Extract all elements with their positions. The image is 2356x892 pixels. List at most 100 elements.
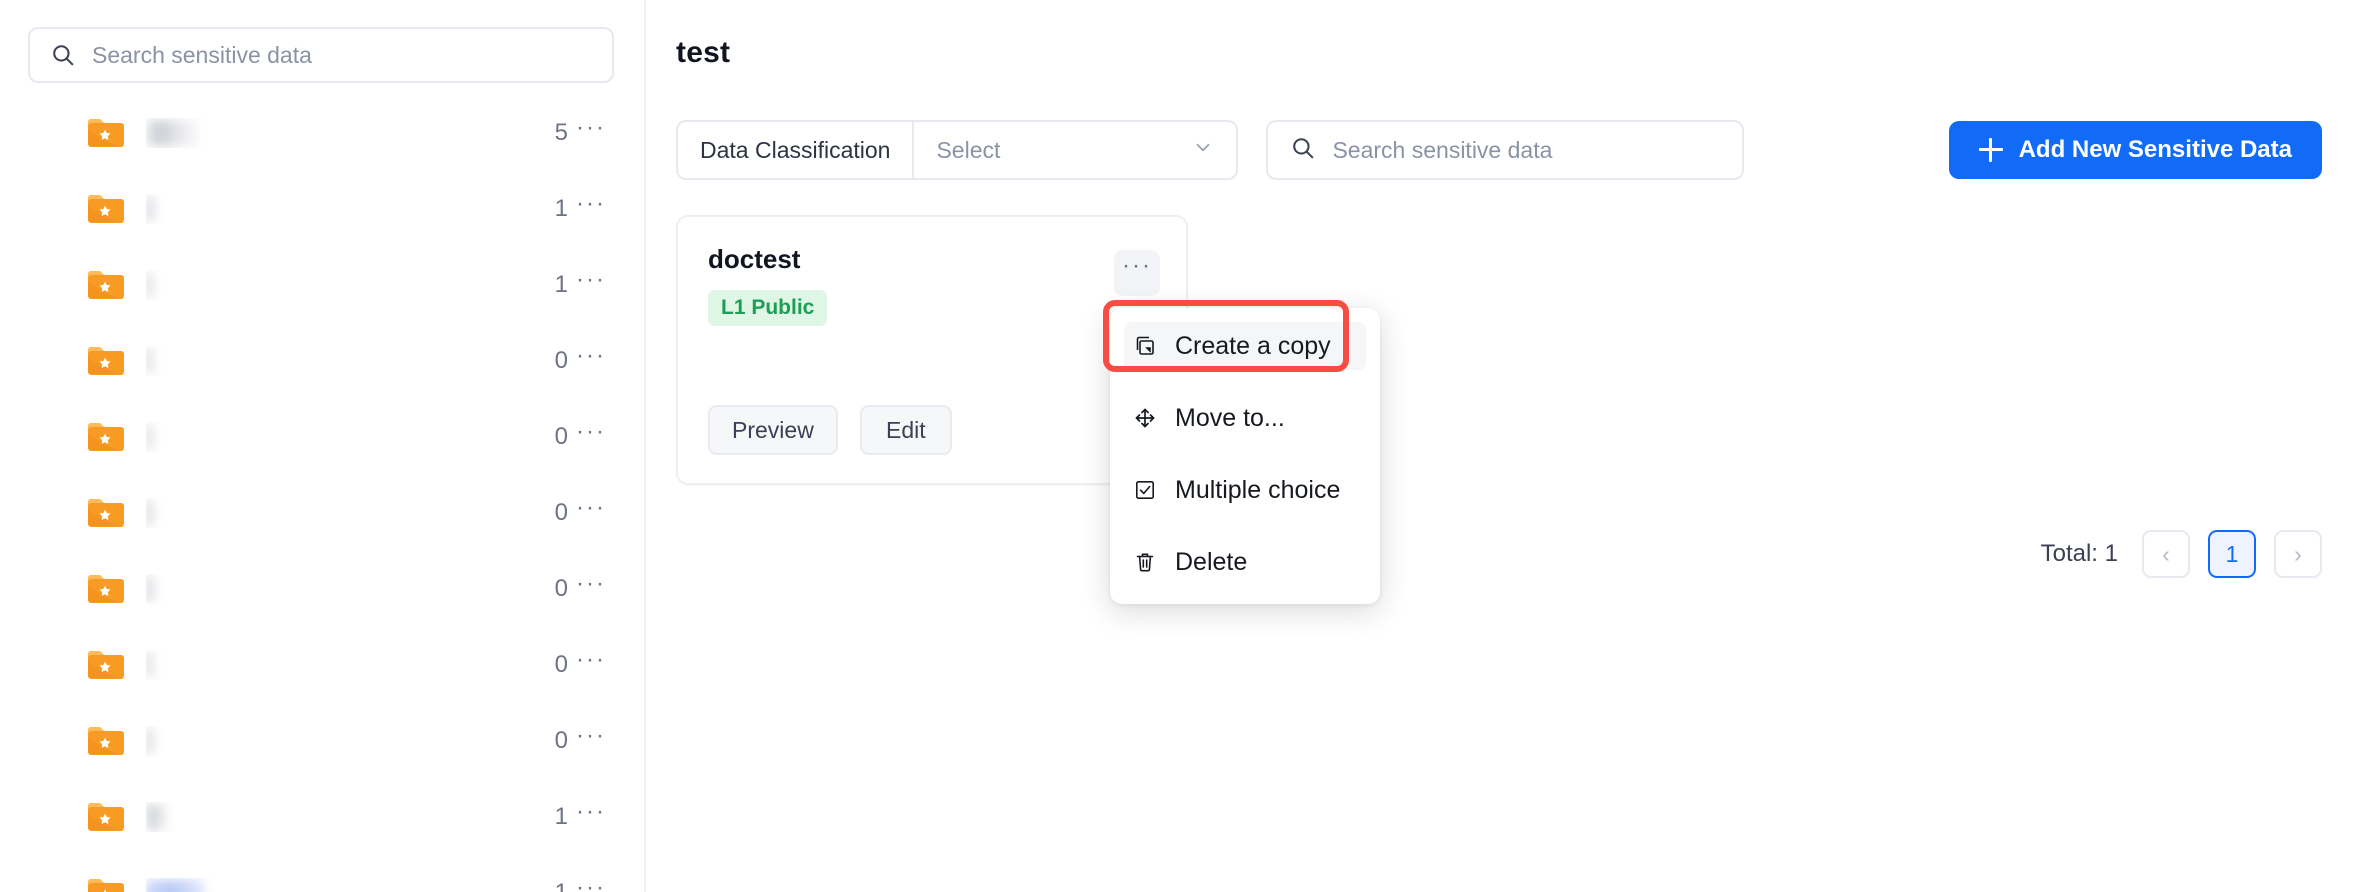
folder-star-icon xyxy=(86,573,124,605)
folder-list-item[interactable]: 0 ··· xyxy=(28,717,614,764)
folder-item-count: 0 xyxy=(554,498,568,526)
folder-list-item[interactable]: 5 ··· xyxy=(28,109,614,156)
folder-more-button[interactable]: ··· xyxy=(568,723,614,753)
app-root: 5···1···1···0···0···0···0···0···0···1···… xyxy=(0,0,2356,892)
folder-star-icon xyxy=(86,117,124,149)
folder-item-count: 1 xyxy=(554,802,568,830)
pagination: Total: 1 ‹ 1 › xyxy=(2041,530,2322,578)
redacted-label xyxy=(146,499,155,526)
card-more-button[interactable]: ··· xyxy=(1114,250,1160,296)
plus-icon xyxy=(1978,138,2003,162)
redacted-label xyxy=(146,195,156,222)
status-badge: L1 Public xyxy=(708,290,828,326)
redacted-label xyxy=(146,651,154,678)
menu-item-label: Delete xyxy=(1175,547,1248,576)
data-classification-filter[interactable]: Data Classification Select xyxy=(676,120,1239,180)
folder-label xyxy=(146,878,528,892)
folder-more-button[interactable]: ··· xyxy=(568,875,614,892)
card-actions: Preview Edit xyxy=(708,405,952,455)
chevron-down-icon xyxy=(1192,136,1214,164)
folder-item-count: 0 xyxy=(554,346,568,374)
menu-item-label: Multiple choice xyxy=(1175,475,1341,504)
redacted-label xyxy=(146,119,198,146)
pagination-page-1-button[interactable]: 1 xyxy=(2208,530,2256,578)
edit-button[interactable]: Edit xyxy=(859,405,952,455)
folder-more-button[interactable]: ··· xyxy=(568,647,614,677)
folder-list-item[interactable]: 0 ··· xyxy=(28,489,614,536)
folder-label xyxy=(146,726,528,756)
redacted-label xyxy=(146,575,156,602)
checkbox-icon xyxy=(1132,478,1158,502)
folder-label xyxy=(146,574,528,604)
add-new-sensitive-data-button[interactable]: Add New Sensitive Data xyxy=(1948,121,2322,179)
folder-label xyxy=(146,194,528,224)
folder-more-button[interactable]: ··· xyxy=(568,571,614,601)
sidebar: 5···1···1···0···0···0···0···0···0···1···… xyxy=(0,0,646,892)
data-classification-label: Data Classification xyxy=(678,122,915,178)
folder-list-item[interactable]: 1 ··· xyxy=(28,869,614,892)
folder-star-icon xyxy=(86,421,124,453)
folder-more-button[interactable]: ··· xyxy=(568,495,614,525)
folder-item-count: 1 xyxy=(554,194,568,222)
folder-list-item[interactable]: 1 ··· xyxy=(28,261,614,308)
folder-item-count: 0 xyxy=(554,650,568,678)
sidebar-search-container xyxy=(0,0,644,83)
data-classification-value: Select xyxy=(936,136,1001,163)
folder-star-icon xyxy=(86,193,124,225)
menu-item-label: Move to... xyxy=(1175,403,1285,432)
folder-list-item[interactable]: 0 ··· xyxy=(28,641,614,688)
main-search-box[interactable] xyxy=(1266,120,1745,180)
search-icon xyxy=(50,42,76,68)
folder-list-item[interactable]: 0 ··· xyxy=(28,565,614,612)
copy-icon xyxy=(1132,334,1158,358)
redacted-label xyxy=(146,347,154,374)
data-classification-select[interactable]: Select xyxy=(914,122,1236,178)
move-icon xyxy=(1132,406,1158,430)
folder-more-button[interactable]: ··· xyxy=(568,419,614,449)
folder-star-icon xyxy=(86,801,124,833)
toolbar: Data Classification Select A xyxy=(676,120,2322,180)
pagination-prev-button[interactable]: ‹ xyxy=(2142,530,2190,578)
menu-item-delete[interactable]: Delete xyxy=(1110,538,1380,586)
menu-item-create-a-copy[interactable]: Create a copy xyxy=(1124,322,1366,370)
folder-star-icon xyxy=(86,269,124,301)
menu-item-multiple-choice[interactable]: Multiple choice xyxy=(1110,466,1380,514)
folder-star-icon xyxy=(86,649,124,681)
pagination-next-button[interactable]: › xyxy=(2274,530,2322,578)
folder-label xyxy=(146,270,528,300)
sidebar-search-box[interactable] xyxy=(28,27,614,83)
sidebar-search-input[interactable] xyxy=(92,41,592,69)
preview-button[interactable]: Preview xyxy=(708,405,838,455)
folder-star-icon xyxy=(86,725,124,757)
trash-icon xyxy=(1132,550,1158,574)
folder-more-button[interactable]: ··· xyxy=(568,191,614,221)
folder-item-count: 0 xyxy=(554,726,568,754)
menu-item-move-to[interactable]: Move to... xyxy=(1110,394,1380,442)
folder-more-button[interactable]: ··· xyxy=(568,343,614,373)
redacted-label xyxy=(146,879,204,892)
folder-list-item[interactable]: 0 ··· xyxy=(28,337,614,384)
folder-label xyxy=(146,802,528,832)
folder-list-item[interactable]: 1 ··· xyxy=(28,185,614,232)
folder-label xyxy=(146,118,528,148)
main-search-input[interactable] xyxy=(1332,136,1721,164)
folder-label xyxy=(146,650,528,680)
folder-label xyxy=(146,498,528,528)
redacted-label xyxy=(146,803,168,830)
folder-list-item[interactable]: 0 ··· xyxy=(28,413,614,460)
folder-more-button[interactable]: ··· xyxy=(568,799,614,829)
folder-more-button[interactable]: ··· xyxy=(568,267,614,297)
redacted-label xyxy=(146,727,155,754)
add-button-label: Add New Sensitive Data xyxy=(2018,136,2292,163)
page-title: test xyxy=(676,36,731,69)
folder-list-item[interactable]: 1 ··· xyxy=(28,793,614,840)
folder-item-count: 1 xyxy=(554,270,568,298)
folder-more-button[interactable]: ··· xyxy=(568,115,614,145)
folder-item-count: 5 xyxy=(554,118,568,146)
folder-star-icon xyxy=(86,877,124,892)
folder-label xyxy=(146,422,528,452)
folder-list: 5 ··· 1 ··· 1 ··· 0 ··· 0 ··· 0 ··· 0 ··· 0 ··· 0 ··· 1 ···… xyxy=(0,109,644,892)
redacted-label xyxy=(146,423,154,450)
folder-item-count: 0 xyxy=(554,422,568,450)
total-count-label: Total: 1 xyxy=(2040,540,2118,567)
